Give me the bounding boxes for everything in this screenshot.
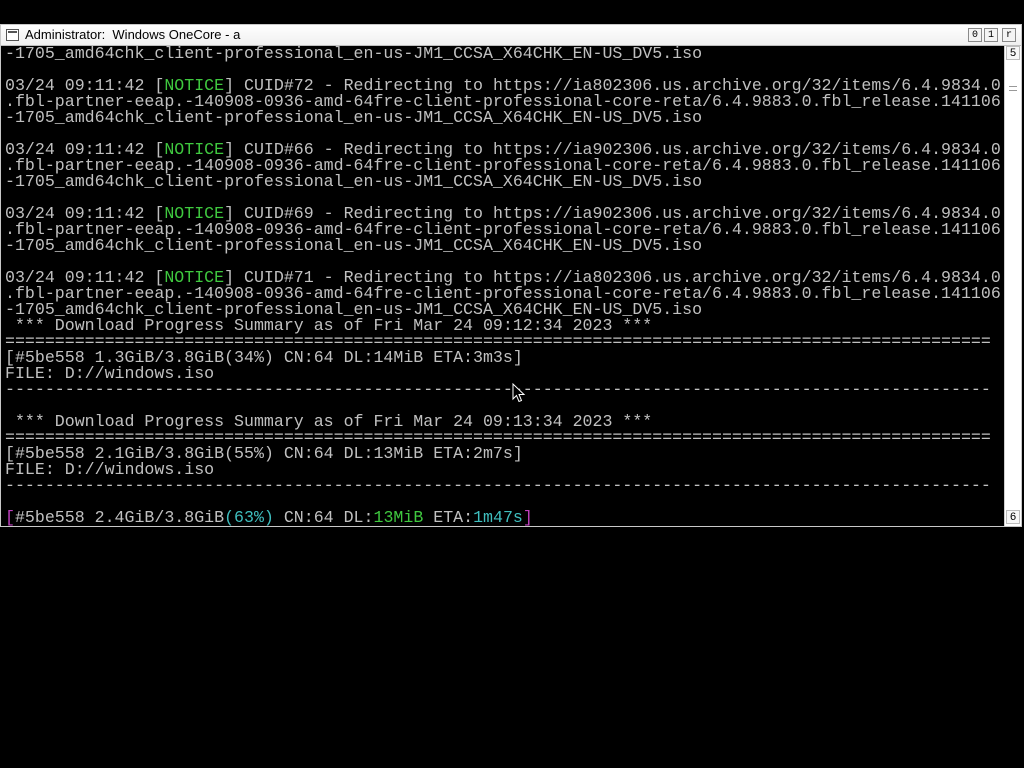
title-bar[interactable]: Administrator: Windows OneCore - a 0 1 r — [1, 25, 1021, 46]
console-app-icon[interactable] — [6, 29, 19, 41]
console-output[interactable]: -1705_amd64chk_client-professional_en-us… — [5, 46, 1005, 526]
status-open-bracket: [ — [5, 510, 15, 526]
status-close-bracket: ] — [522, 510, 533, 526]
file-line: FILE: D://windows.iso — [5, 366, 215, 382]
notice-tag: NOTICE — [164, 206, 225, 222]
minimize-button[interactable]: 0 — [968, 28, 982, 42]
console-line: 03/24 09:11:42 [NOTICE] CUID#72 - Redire… — [5, 78, 1005, 94]
live-status-line: [#5be558 2.4GiB/3.8GiB(63%) CN:64 DL:13M… — [5, 510, 1005, 526]
summary-header: *** Download Progress Summary as of Fri … — [5, 414, 653, 430]
window-title: Administrator: Windows OneCore - a — [25, 27, 241, 42]
console-window[interactable]: Administrator: Windows OneCore - a 0 1 r… — [0, 24, 1022, 527]
notice-tag: NOTICE — [164, 270, 225, 286]
console-line: .fbl-partner-eeap.-140908-0936-amd-64fre… — [5, 158, 1001, 174]
file-line: FILE: D://windows.iso — [5, 462, 215, 478]
separator-line: ----------------------------------------… — [5, 382, 991, 398]
console-line: -1705_amd64chk_client-professional_en-us… — [5, 110, 703, 126]
status-eta: 1m47s — [473, 510, 523, 526]
console-line: 03/24 09:11:42 [NOTICE] CUID#66 - Redire… — [5, 142, 1005, 158]
notice-tag: NOTICE — [164, 142, 225, 158]
scroll-thumb[interactable] — [1009, 86, 1017, 91]
log-prefix: 03/24 09:11:42 [ — [5, 142, 165, 158]
log-message: ] CUID#72 - Redirecting to https://ia802… — [224, 78, 1001, 94]
progress-line: [#5be558 1.3GiB/3.8GiB(34%) CN:64 DL:14M… — [5, 350, 523, 366]
summary-header: *** Download Progress Summary as of Fri … — [5, 318, 653, 334]
console-line: 03/24 09:11:42 [NOTICE] CUID#71 - Redire… — [5, 270, 1005, 286]
mouse-pointer-icon — [512, 383, 526, 403]
log-message: ] CUID#71 - Redirecting to https://ia802… — [224, 270, 1001, 286]
status-eta-label: ETA: — [423, 510, 474, 526]
log-message: ] CUID#69 - Redirecting to https://ia902… — [224, 206, 1001, 222]
separator-line: ========================================… — [5, 334, 991, 350]
console-line: 03/24 09:11:42 [NOTICE] CUID#69 - Redire… — [5, 206, 1005, 222]
console-line: -1705_amd64chk_client-professional_en-us… — [5, 238, 703, 254]
scroll-down-button[interactable]: 6 — [1006, 510, 1020, 524]
console-line: -1705_amd64chk_client-professional_en-us… — [5, 46, 703, 62]
console-line: .fbl-partner-eeap.-140908-0936-amd-64fre… — [5, 222, 1001, 238]
vertical-scrollbar[interactable]: 5 6 — [1004, 46, 1021, 526]
status-connections: CN:64 DL: — [273, 510, 374, 526]
maximize-button[interactable]: 1 — [984, 28, 998, 42]
log-message: ] CUID#66 - Redirecting to https://ia902… — [224, 142, 1001, 158]
log-prefix: 03/24 09:11:42 [ — [5, 270, 165, 286]
separator-line: ----------------------------------------… — [5, 478, 991, 494]
console-line: -1705_amd64chk_client-professional_en-us… — [5, 174, 703, 190]
log-prefix: 03/24 09:11:42 [ — [5, 78, 165, 94]
console-line: -1705_amd64chk_client-professional_en-us… — [5, 302, 703, 318]
status-speed: 13MiB — [373, 510, 424, 526]
notice-tag: NOTICE — [164, 78, 225, 94]
scroll-up-button[interactable]: 5 — [1006, 46, 1020, 60]
console-line: .fbl-partner-eeap.-140908-0936-amd-64fre… — [5, 94, 1001, 110]
status-percent: (63%) — [224, 510, 274, 526]
status-gid-size: #5be558 2.4GiB/3.8GiB — [14, 510, 225, 526]
console-line: .fbl-partner-eeap.-140908-0936-amd-64fre… — [5, 286, 1001, 302]
progress-line: [#5be558 2.1GiB/3.8GiB(55%) CN:64 DL:13M… — [5, 446, 523, 462]
separator-line: ========================================… — [5, 430, 991, 446]
log-prefix: 03/24 09:11:42 [ — [5, 206, 165, 222]
close-button[interactable]: r — [1002, 28, 1016, 42]
